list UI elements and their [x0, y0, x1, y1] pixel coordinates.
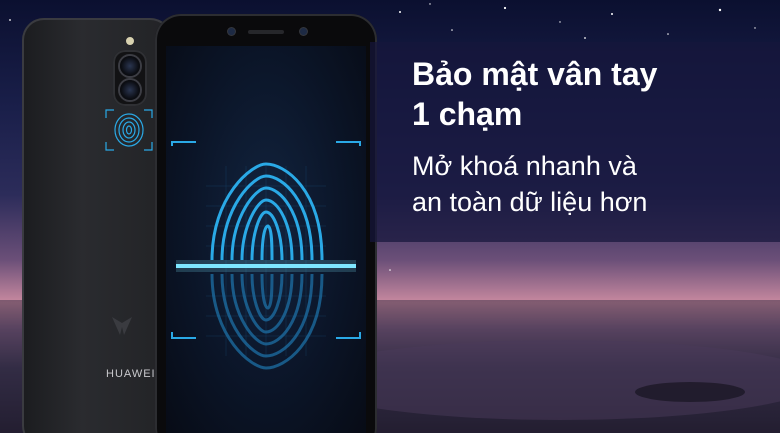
speaker-grille — [248, 30, 284, 34]
camera-lens — [120, 80, 140, 100]
front-camera-icon — [228, 28, 235, 35]
subheadline: Mở khoá nhanh và an toàn dữ liệu hơn — [412, 148, 647, 220]
promo-banner: HUAWEI Bảo mật vân tay 1 chạm Mở khoá nh… — [0, 0, 780, 433]
camera-icon — [113, 50, 147, 106]
fingerprint-scan-graphic — [171, 141, 361, 370]
brand-text: HUAWEI — [106, 368, 156, 380]
subheadline-line: Mở khoá nhanh và — [412, 151, 637, 181]
camera-lens — [120, 56, 140, 76]
front-camera-icon — [300, 28, 307, 35]
rear-fingerprint-icon — [105, 109, 153, 151]
fingerprint-icon — [210, 162, 324, 261]
flash-icon — [126, 37, 134, 45]
subheadline-line: an toàn dữ liệu hơn — [412, 187, 648, 217]
headline: Bảo mật vân tay 1 chạm — [412, 54, 657, 134]
headline-line: Bảo mật vân tay — [412, 56, 658, 92]
headline-line: 1 chạm — [412, 96, 523, 132]
brand-logo — [112, 317, 132, 335]
